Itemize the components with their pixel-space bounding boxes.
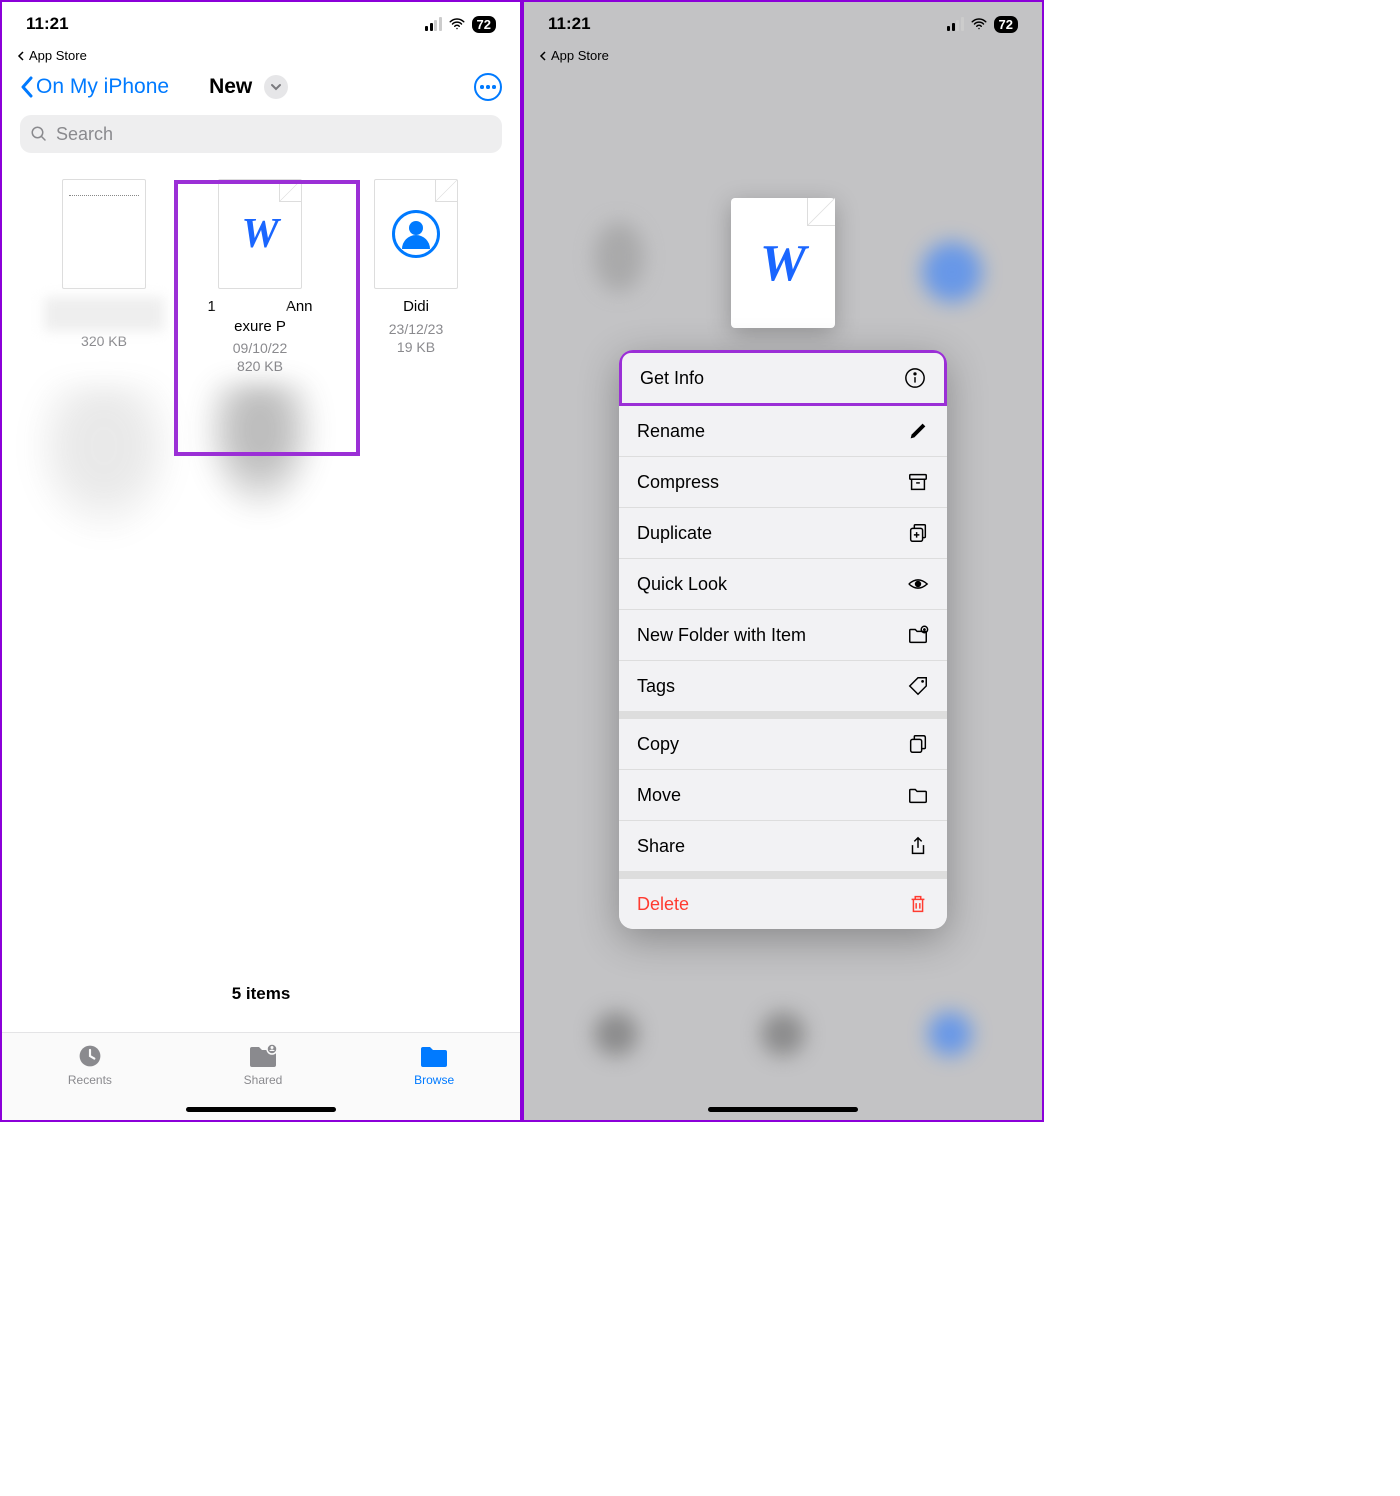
file-size: 820 KB xyxy=(237,358,283,374)
back-to-app[interactable]: App Store xyxy=(2,46,520,65)
back-to-app[interactable]: App Store xyxy=(524,46,1042,65)
menu-share[interactable]: Share xyxy=(619,821,947,871)
pencil-icon xyxy=(907,420,929,442)
file-item-blurred xyxy=(182,382,338,542)
file-item[interactable]: Didi 23/12/23 19 KB xyxy=(338,171,494,382)
status-time: 11:21 xyxy=(26,14,69,34)
folder-icon xyxy=(419,1043,449,1069)
menu-duplicate[interactable]: Duplicate xyxy=(619,508,947,559)
word-doc-icon: W xyxy=(241,210,278,258)
battery-icon: 72 xyxy=(472,16,496,33)
cell-signal-icon xyxy=(947,17,964,31)
archive-icon xyxy=(907,471,929,493)
share-icon xyxy=(907,835,929,857)
file-name: 1Annexure P xyxy=(207,297,312,336)
file-item-blurred xyxy=(26,382,182,542)
file-name: Didi xyxy=(403,297,429,317)
home-indicator[interactable] xyxy=(708,1107,858,1112)
home-indicator[interactable] xyxy=(186,1107,336,1112)
shared-folder-icon xyxy=(248,1043,278,1069)
battery-icon: 72 xyxy=(994,16,1018,33)
file-size: 19 KB xyxy=(397,339,435,355)
files-grid: 320 KB W 1Annexure P 09/10/22 820 KB Did… xyxy=(2,163,520,550)
info-icon xyxy=(904,367,926,389)
word-doc-icon: W xyxy=(760,234,806,293)
file-item[interactable]: 320 KB xyxy=(26,171,182,382)
title-chevron-icon[interactable] xyxy=(264,75,288,99)
folder-icon xyxy=(907,784,929,806)
page-title: New xyxy=(209,75,252,99)
more-button[interactable] xyxy=(474,73,502,101)
menu-new-folder[interactable]: New Folder with Item xyxy=(619,610,947,661)
cell-signal-icon xyxy=(425,17,442,31)
tab-recents[interactable]: Recents xyxy=(68,1043,112,1120)
nav-back-button[interactable]: On My iPhone xyxy=(20,75,169,99)
menu-delete[interactable]: Delete xyxy=(619,879,947,929)
trash-icon xyxy=(907,893,929,915)
menu-get-info[interactable]: Get Info xyxy=(619,350,947,406)
item-count: 5 items xyxy=(2,984,520,1004)
contact-icon xyxy=(392,210,440,258)
status-bar: 11:21 72 xyxy=(524,2,1042,46)
status-time: 11:21 xyxy=(548,14,591,34)
file-date: 23/12/23 xyxy=(389,321,444,337)
clock-icon xyxy=(75,1043,105,1069)
file-thumbnail xyxy=(374,179,458,289)
menu-copy[interactable]: Copy xyxy=(619,719,947,770)
menu-compress[interactable]: Compress xyxy=(619,457,947,508)
copy-icon xyxy=(907,733,929,755)
nav-bar: On My iPhone New xyxy=(2,65,520,109)
file-thumbnail: W xyxy=(218,179,302,289)
context-file-preview: W xyxy=(731,198,835,328)
menu-move[interactable]: Move xyxy=(619,770,947,821)
tab-browse[interactable]: Browse xyxy=(414,1043,454,1120)
search-input[interactable]: Search xyxy=(20,115,502,153)
file-item[interactable]: W 1Annexure P 09/10/22 820 KB xyxy=(182,171,338,382)
search-icon xyxy=(30,125,48,143)
menu-tags[interactable]: Tags xyxy=(619,661,947,711)
file-date: 09/10/22 xyxy=(233,340,288,356)
files-browse-screen: 11:21 72 App Store On My iPhone New Sear… xyxy=(0,0,522,1122)
menu-rename[interactable]: Rename xyxy=(619,406,947,457)
file-thumbnail xyxy=(62,179,146,289)
context-menu-screen: 11:21 72 App Store W Get Info Rename Com… xyxy=(522,0,1044,1122)
duplicate-icon xyxy=(907,522,929,544)
wifi-icon xyxy=(448,15,466,33)
wifi-icon xyxy=(970,15,988,33)
file-size: 320 KB xyxy=(81,333,127,349)
tag-icon xyxy=(907,675,929,697)
menu-quick-look[interactable]: Quick Look xyxy=(619,559,947,610)
status-bar: 11:21 72 xyxy=(2,2,520,46)
folder-plus-icon xyxy=(907,624,929,646)
eye-icon xyxy=(907,573,929,595)
context-menu: Get Info Rename Compress Duplicate Quick… xyxy=(619,350,947,929)
